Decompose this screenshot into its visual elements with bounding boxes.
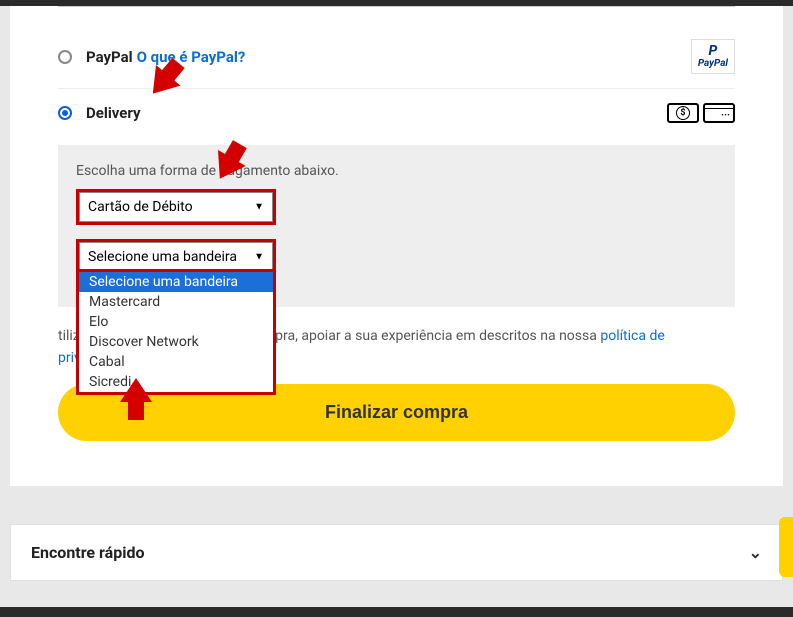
flag-option-elo[interactable]: Elo (79, 312, 273, 332)
delivery-icons (667, 103, 735, 123)
payment-type-select[interactable]: Cartão de Débito (79, 192, 273, 222)
side-tab[interactable] (779, 517, 793, 577)
cash-icon (667, 103, 699, 123)
find-fast-accordion[interactable]: Encontre rápido ⌄ (10, 524, 783, 581)
flag-select-wrap: Selecione uma bandeira Selecione uma ban… (76, 239, 276, 275)
radio-delivery[interactable] (58, 106, 72, 120)
paypal-help-link[interactable]: O que é PayPal? (137, 48, 246, 66)
paypal-logo-icon: P PayPal (691, 39, 735, 74)
bottom-bar (0, 607, 793, 617)
flag-option-sicredi[interactable]: Sicredi (79, 372, 273, 392)
flag-select[interactable]: Selecione uma bandeira (79, 242, 273, 272)
flag-option-discover[interactable]: Discover Network (79, 332, 273, 352)
find-fast-title: Encontre rápido (31, 543, 144, 562)
card-icon (703, 103, 735, 123)
payment-type-select-wrap: Cartão de Débito (76, 189, 276, 225)
flag-dropdown-list: Selecione uma bandeira Mastercard Elo Di… (76, 269, 276, 395)
flag-option-mastercard[interactable]: Mastercard (79, 292, 273, 312)
chevron-down-icon: ⌄ (749, 543, 762, 562)
delivery-label: Delivery (86, 104, 141, 122)
paypal-label: PayPal (86, 48, 133, 66)
flag-option-placeholder[interactable]: Selecione uma bandeira (79, 272, 273, 292)
flag-option-cabal[interactable]: Cabal (79, 352, 273, 372)
checkout-container: PayPal O que é PayPal? P PayPal Delivery… (10, 6, 783, 486)
delivery-panel: Escolha uma forma de pagamento abaixo. C… (58, 145, 735, 307)
separator (58, 6, 735, 7)
radio-paypal[interactable] (58, 50, 72, 64)
panel-instruction: Escolha uma forma de pagamento abaixo. (76, 163, 717, 179)
